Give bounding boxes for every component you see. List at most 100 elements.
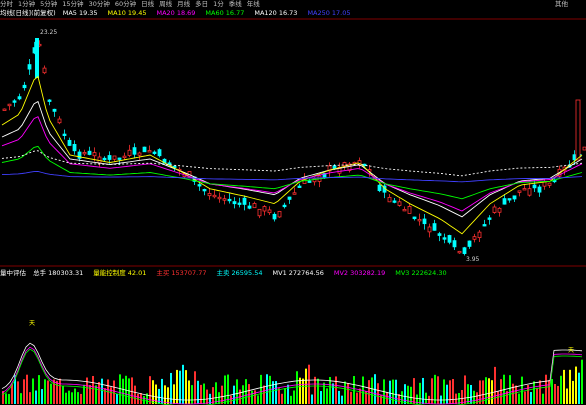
volume-bar (560, 375, 562, 404)
volume-bar (263, 385, 265, 404)
candle-body (132, 147, 137, 155)
candle-body (242, 197, 247, 205)
candle-body (7, 103, 12, 107)
candle-body (442, 237, 447, 240)
volume-bar (515, 385, 517, 404)
candle-body (497, 207, 502, 213)
volume-bar (299, 377, 301, 404)
candle-body (472, 236, 477, 240)
candle-body (527, 188, 532, 196)
candle-body (267, 209, 272, 214)
volume-bar (23, 379, 25, 404)
candle-body (142, 146, 147, 153)
volume-bar (212, 387, 214, 404)
candle-body (35, 38, 39, 78)
volume-bar (185, 370, 187, 404)
candle-body (507, 198, 512, 201)
volume-bar (257, 395, 259, 404)
volume-bar (173, 384, 175, 404)
volume-bar (323, 382, 325, 404)
candle-body (82, 151, 87, 155)
volume-bar (524, 391, 526, 404)
kline-chart[interactable]: 23.25 3.95 天 天 (0, 0, 586, 405)
candle-body (492, 206, 497, 213)
candle-body (467, 240, 472, 247)
candle-body (127, 149, 132, 156)
volume-bar (62, 385, 64, 404)
volume-bar (59, 378, 61, 404)
volume-bar (41, 389, 43, 404)
candle-body (427, 226, 432, 233)
volume-bar (92, 375, 94, 404)
volume-bar (230, 395, 232, 404)
candle-body (227, 198, 232, 202)
candle-body (422, 218, 427, 225)
volume-bar (122, 378, 124, 404)
candle-body (27, 64, 32, 70)
volume-bar (17, 381, 19, 404)
candle-body (22, 84, 27, 89)
candle-body (387, 196, 392, 203)
volume-bar (179, 370, 181, 404)
volume-bar (566, 388, 568, 404)
volume-bar (98, 381, 100, 404)
candle-body (52, 108, 57, 112)
volume-bar (542, 393, 544, 404)
volume-bar (29, 392, 31, 404)
candle-body (202, 188, 207, 192)
candle-body (487, 217, 492, 220)
candle-body (107, 155, 112, 160)
volume-bar (266, 374, 268, 404)
low-price-label: 3.95 (466, 256, 480, 263)
candle-body (272, 213, 277, 220)
volume-bar (236, 379, 238, 404)
volume-bar (65, 392, 67, 404)
volume-bar (50, 383, 52, 404)
volume-bar (311, 394, 313, 404)
volume-bar (191, 385, 193, 404)
candle-body (252, 203, 257, 209)
candle-body (212, 194, 217, 198)
volume-bar (5, 393, 7, 404)
candle-body (197, 184, 202, 187)
volume-bar (545, 374, 547, 404)
ma-line (1, 170, 583, 183)
candle-body (477, 231, 482, 239)
candle-body (282, 204, 287, 208)
volume-annotation-left: 天 (29, 320, 35, 327)
volume-bar (347, 383, 349, 404)
volume-bar (218, 392, 220, 404)
high-price-label: 23.25 (40, 29, 57, 36)
volume-bar (320, 391, 322, 404)
volume-bar (77, 392, 79, 404)
volume-bar (167, 387, 169, 404)
volume-bar (533, 381, 535, 404)
candle-body (517, 190, 522, 193)
volume-bar (350, 391, 352, 404)
volume-bar (8, 393, 10, 404)
candle-body (432, 223, 437, 231)
volume-bar (371, 377, 373, 404)
candle-body (152, 151, 157, 154)
volume-bar (251, 390, 253, 404)
volume-bar (359, 388, 361, 404)
candle-body (547, 182, 552, 186)
candle-body (112, 155, 117, 160)
volume-bar (290, 395, 292, 404)
volume-bar (332, 383, 334, 404)
volume-bar (413, 378, 415, 404)
candle-body (232, 201, 237, 205)
volume-bar (326, 388, 328, 404)
volume-bar (425, 392, 427, 404)
volume-bar (521, 376, 523, 404)
volume-bar (335, 376, 337, 404)
volume-bar (176, 369, 178, 404)
ma-line (1, 116, 583, 212)
candle-body (57, 118, 62, 124)
volume-bar (563, 369, 565, 404)
volume-bar (38, 375, 40, 404)
volume-bar (32, 378, 34, 404)
volume-bar (449, 380, 451, 404)
volume-bar (293, 390, 295, 404)
candle-body (412, 216, 417, 220)
